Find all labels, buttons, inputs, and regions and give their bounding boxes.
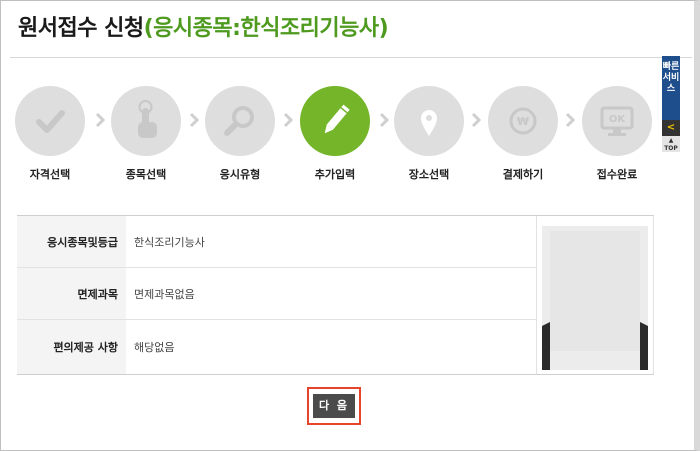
step-circle: ₩ xyxy=(488,86,558,156)
pointer-hand-icon xyxy=(138,100,157,138)
page-title-sub: (응시종목:한식조리기능사) xyxy=(143,16,389,41)
step-label: 응시유형 xyxy=(219,168,261,181)
row-value-text: 면제과목없음 xyxy=(134,287,195,301)
quick-service-tab[interactable]: 빠른서비스 xyxy=(662,56,680,120)
row-header-label: 편의제공 사항 xyxy=(53,341,118,354)
step-circle xyxy=(111,86,181,156)
row-header-label: 응시종목및등급 xyxy=(47,235,118,249)
step-exam-type[interactable]: 응시유형 xyxy=(195,86,285,182)
pencil-icon xyxy=(324,104,350,134)
scroll-top-label: TOP xyxy=(664,145,678,152)
step-label: 장소선택 xyxy=(408,168,450,181)
title-divider xyxy=(10,57,692,58)
step-qualification[interactable]: 자격선택 xyxy=(5,86,95,182)
step-label: 결제하기 xyxy=(502,168,544,181)
photo-image xyxy=(542,226,648,370)
next-button-highlight: 다 음 xyxy=(307,387,361,425)
collapse-button[interactable]: < xyxy=(662,120,680,136)
step-location[interactable]: 장소선택 xyxy=(384,86,474,182)
page-title-main: 원서접수 신청 xyxy=(18,16,144,41)
row-value-text: 한식조리기능사 xyxy=(134,235,205,249)
step-circle xyxy=(15,86,85,156)
magnifier-icon xyxy=(224,106,254,136)
step-payment[interactable]: ₩ 결제하기 xyxy=(478,86,568,182)
checkmark-icon xyxy=(36,110,65,133)
svg-text:₩: ₩ xyxy=(517,115,529,128)
step-label: 자격선택 xyxy=(29,168,71,181)
row-header: 면제과목 xyxy=(17,268,126,319)
application-info-table: 응시종목및등급 한식조리기능사 면제과목 면제과목없음 편의제공 사항 해당없음 xyxy=(17,215,654,375)
photo-cell xyxy=(536,216,653,374)
applicant-photo xyxy=(542,226,648,370)
next-button[interactable]: 다 음 xyxy=(313,394,355,418)
ok-monitor-icon: OK xyxy=(600,106,634,136)
row-header: 편의제공 사항 xyxy=(17,320,126,374)
step-label: 종목선택 xyxy=(125,168,167,181)
quick-service-menu: 빠른서비스 < ▲ TOP xyxy=(662,56,680,156)
step-complete[interactable]: OK 접수완료 xyxy=(572,86,662,182)
caret-up-icon: ▲ xyxy=(668,137,674,144)
step-circle-active xyxy=(300,86,370,156)
row-header: 응시종목및등급 xyxy=(17,216,126,267)
step-circle xyxy=(394,86,464,156)
step-circle: OK xyxy=(582,86,652,156)
table-row: 편의제공 사항 해당없음 xyxy=(17,320,536,374)
table-row: 응시종목및등급 한식조리기능사 xyxy=(17,216,536,268)
step-subject[interactable]: 종목선택 xyxy=(101,86,191,182)
page-title: 원서접수 신청(응시종목:한식조리기능사) xyxy=(18,10,389,48)
row-value-text: 해당없음 xyxy=(134,341,175,354)
step-additional-input[interactable]: 추가입력 xyxy=(290,86,380,182)
svg-text:OK: OK xyxy=(609,114,627,125)
won-coin-icon: ₩ xyxy=(509,107,537,135)
scroll-top-button[interactable]: ▲ TOP xyxy=(662,136,680,152)
step-label: 추가입력 xyxy=(314,168,356,181)
location-pin-icon xyxy=(421,110,437,136)
step-circle xyxy=(205,86,275,156)
step-label: 접수완료 xyxy=(596,168,638,181)
row-header-label: 면제과목 xyxy=(77,287,118,301)
table-row: 면제과목 면제과목없음 xyxy=(17,268,536,320)
